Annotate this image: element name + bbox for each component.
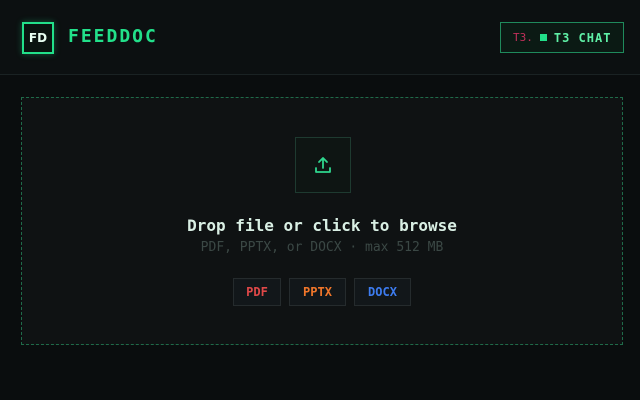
t3-chat-label: T3 CHAT (553, 30, 612, 45)
brand-name[interactable]: FEEDDOC (68, 26, 158, 47)
status-square-icon (539, 34, 547, 41)
t3-prefix: T3. (513, 31, 533, 44)
upload-button[interactable] (295, 137, 351, 193)
logo-badge[interactable]: FD (22, 22, 54, 54)
upload-icon (315, 157, 331, 173)
file-type-docx: DOCX (354, 278, 411, 306)
dropzone-subtitle: PDF, PPTX, or DOCX · max 512 MB (200, 240, 444, 255)
t3-chat-button[interactable]: T3. T3 CHAT (500, 22, 624, 53)
header: FD FEEDDOC T3. T3 CHAT (0, 0, 640, 75)
file-type-list: PDF PPTX DOCX (233, 278, 411, 306)
dropzone-title: Drop file or click to browse (187, 216, 457, 235)
app-window: FD FEEDDOC T3. T3 CHAT Drop file or clic… (0, 0, 640, 400)
file-type-pptx: PPTX (289, 278, 346, 306)
file-type-pdf: PDF (233, 278, 281, 306)
file-dropzone[interactable]: Drop file or click to browse PDF, PPTX, … (21, 97, 623, 345)
